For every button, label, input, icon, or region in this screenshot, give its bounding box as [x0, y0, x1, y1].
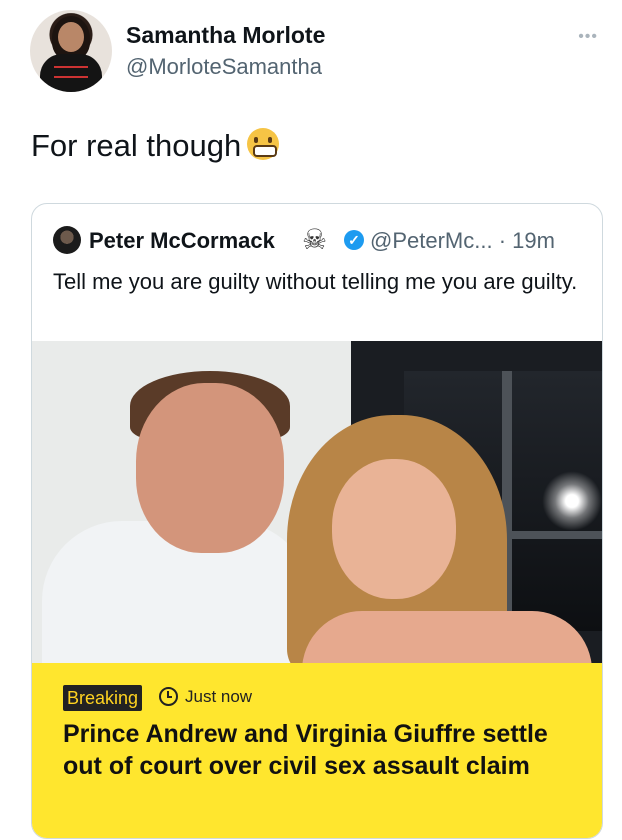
grimacing-face-emoji-icon — [247, 128, 280, 160]
tweet-text: For real though — [31, 128, 280, 164]
skull-crossbones-icon: ☠ — [302, 224, 328, 255]
news-photo[interactable] — [32, 341, 602, 663]
author-name[interactable]: Samantha Morlote — [126, 22, 325, 49]
quoted-handle-time[interactable]: @PeterMc... · 19m — [370, 228, 555, 254]
author-handle[interactable]: @MorloteSamantha — [126, 54, 322, 80]
quoted-author-name[interactable]: Peter McCormack — [89, 228, 275, 254]
clock-icon — [159, 687, 178, 706]
avatar-face — [58, 22, 84, 52]
author-avatar[interactable] — [30, 10, 112, 92]
photo-woman-shoulders — [302, 611, 592, 663]
verified-badge-icon: ✓ — [344, 230, 364, 250]
quoted-tweet-card[interactable]: Peter McCormack ☠ ✓ @PeterMc... · 19m Te… — [31, 203, 603, 839]
photo-flash-glare — [542, 471, 602, 531]
news-timestamp: Just now — [185, 687, 253, 706]
avatar-shirt-print — [54, 66, 88, 78]
quoted-author-avatar[interactable] — [53, 226, 81, 254]
photo-man-head — [136, 383, 284, 553]
breaking-badge: Breaking — [63, 685, 143, 711]
more-options-icon[interactable]: ••• — [578, 28, 598, 46]
news-headline: Prince Andrew and Virginia Giuffre settl… — [63, 720, 548, 780]
breaking-news-banner[interactable]: Breaking Just now Prince Andrew and Virg… — [32, 663, 602, 838]
quoted-tweet-text: Tell me you are guilty without telling m… — [53, 269, 578, 294]
photo-woman-face — [332, 459, 456, 599]
tweet-header: Samantha Morlote @MorloteSamantha ••• — [30, 10, 610, 100]
tweet-text-content: For real though — [31, 128, 242, 163]
